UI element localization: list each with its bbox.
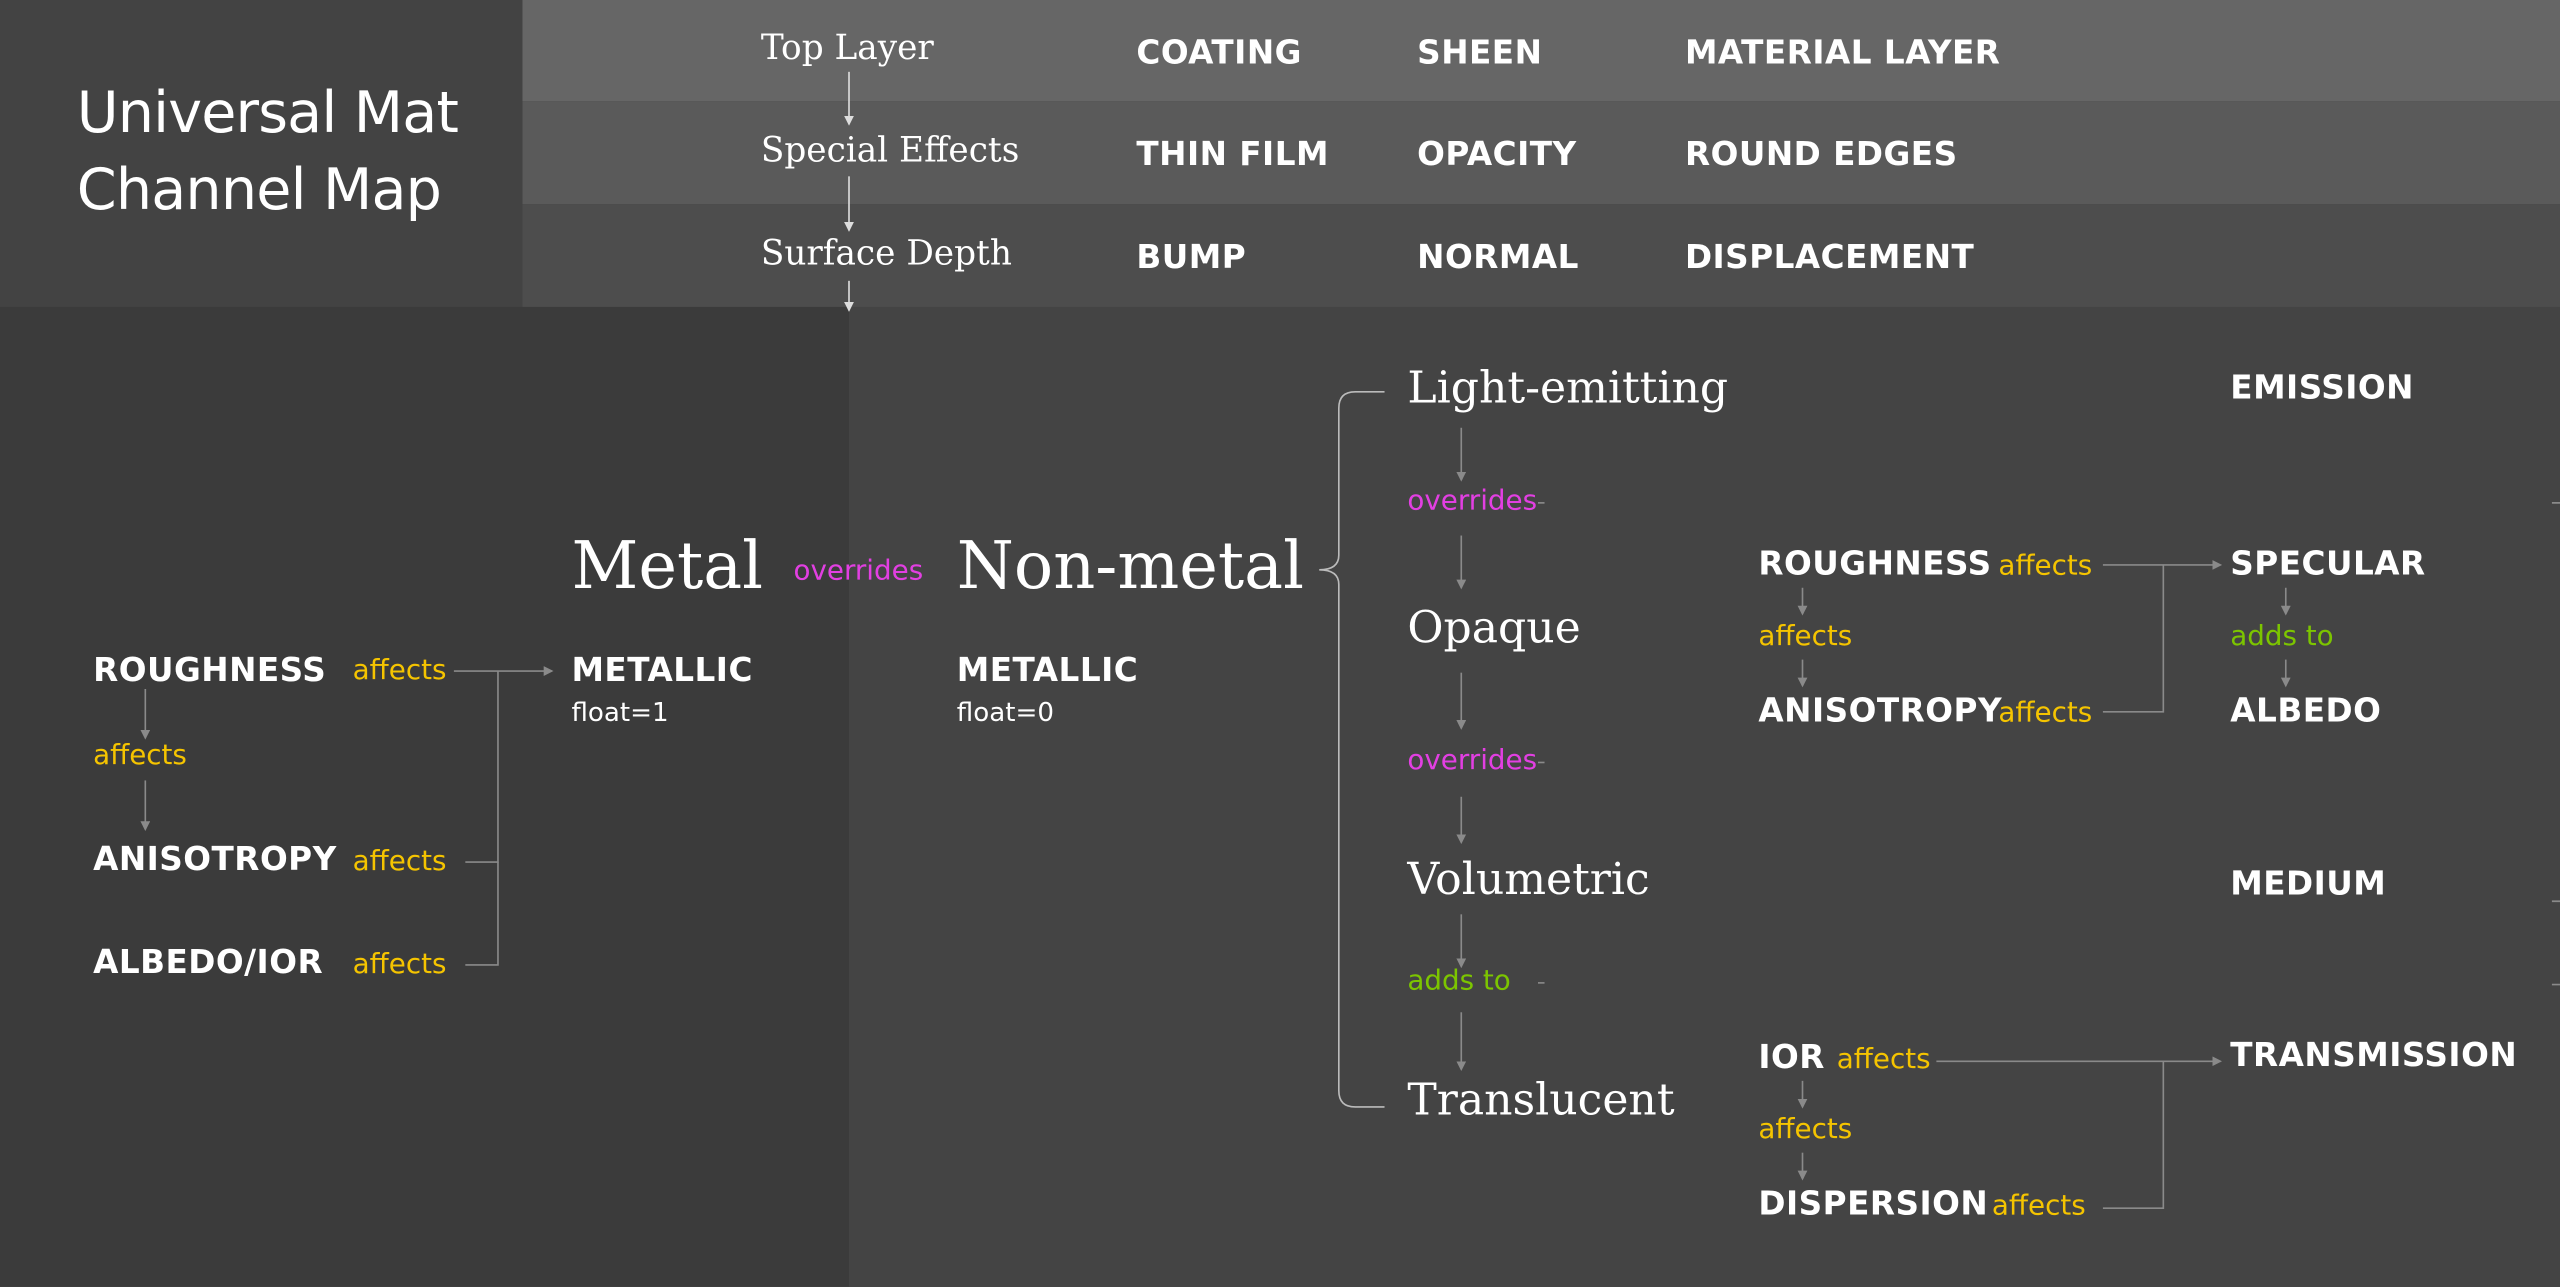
metallic-channel: METALLIC	[956, 649, 1139, 689]
channel-map-diagram: Universal Mat Channel Map Top Layer Spec…	[0, 0, 2560, 1287]
medium-channel: MEDIUM	[2230, 863, 2387, 903]
affects-label: affects	[1998, 697, 2093, 730]
metallic-channel: METALLIC	[571, 649, 753, 689]
connector-lines	[140, 71, 2560, 1210]
type-volumetric: Volumetric	[1407, 854, 1650, 906]
metallic-value: float=1	[571, 696, 669, 728]
type-translucent: Translucent	[1407, 1075, 1675, 1126]
albedo-ior-label: ALBEDO/IOR	[93, 942, 324, 982]
affects-label: affects	[1758, 620, 1853, 654]
affects-label: affects	[1991, 1190, 2086, 1223]
anisotropy-label: ANISOTROPY	[93, 839, 337, 879]
emission-channel: EMISSION	[2230, 367, 2414, 407]
albedo-channel: ALBEDO	[2230, 690, 2382, 730]
roughness-label: ROUGHNESS	[93, 649, 327, 689]
dispersion-label: DISPERSION	[1758, 1183, 1989, 1223]
roughness-label: ROUGHNESS	[1758, 543, 1992, 583]
overrides-label: overrides	[1407, 744, 1538, 778]
affects-label: affects	[1836, 1043, 1931, 1076]
affects-label: affects	[1998, 550, 2093, 583]
metal-heading: Metal	[571, 528, 764, 605]
adds-to-label: adds to	[1407, 964, 1511, 998]
affects-label: affects	[352, 845, 447, 879]
affects-label: affects	[352, 654, 447, 688]
overrides-label: overrides	[1407, 484, 1538, 518]
anisotropy-label: ANISOTROPY	[1758, 690, 2003, 730]
adds-to-label: adds to	[2230, 620, 2334, 654]
affects-label: affects	[1758, 1113, 1853, 1147]
transmission-channel: TRANSMISSION	[2230, 1035, 2518, 1075]
overrides-label: overrides	[793, 555, 924, 588]
metallic-value: float=0	[956, 696, 1054, 728]
affects-label: affects	[352, 948, 447, 982]
ior-label: IOR	[1758, 1036, 1825, 1076]
type-light-emitting: Light-emitting	[1407, 363, 1729, 414]
specular-channel: SPECULAR	[2230, 543, 2426, 583]
nonmetal-heading: Non-metal	[956, 528, 1305, 605]
affects-label: affects	[93, 739, 187, 773]
type-opaque: Opaque	[1407, 603, 1581, 654]
